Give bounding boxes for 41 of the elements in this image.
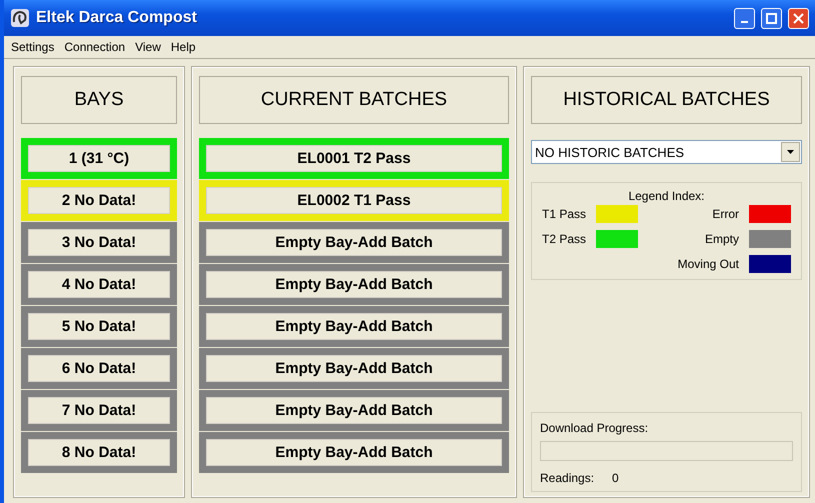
app-icon	[10, 8, 30, 28]
menu-item[interactable]: Help	[166, 38, 201, 56]
bay-button[interactable]: 3 No Data!	[28, 229, 170, 256]
close-button[interactable]	[788, 8, 809, 28]
menu-item[interactable]: Connection	[59, 38, 130, 56]
section-heading[interactable]: HISTORICAL BATCHES	[531, 76, 802, 124]
legend-label: T1 Pass	[542, 207, 586, 221]
maximize-icon	[766, 12, 777, 24]
bay-button[interactable]: 4 No Data!	[28, 271, 170, 298]
window-title: Eltek Darca Compost	[36, 9, 198, 27]
batch-button[interactable]: Empty Bay-Add Batch	[206, 397, 502, 424]
section-heading[interactable]: BAYS	[21, 76, 177, 124]
batch-button[interactable]: EL0002 T1 Pass	[206, 187, 502, 214]
legend-label: Moving Out	[678, 257, 739, 271]
minimize-button[interactable]	[734, 8, 755, 28]
legend-label: Error	[712, 207, 739, 221]
download-label: Download Progress:	[540, 421, 650, 435]
menu-item[interactable]: Settings	[6, 38, 60, 56]
bay-button[interactable]: 8 No Data!	[28, 439, 170, 466]
readings-value: 0	[612, 471, 619, 485]
legend-label: T2 Pass	[542, 232, 586, 246]
bay-button[interactable]: 5 No Data!	[28, 313, 170, 340]
minimize-icon	[741, 20, 748, 22]
bay-button[interactable]: 1 (31 °C)	[28, 145, 170, 172]
bay-button[interactable]: 7 No Data!	[28, 397, 170, 424]
bay-button[interactable]: 2 No Data!	[28, 187, 170, 214]
history-dropdown[interactable]: NO HISTORIC BATCHES	[531, 140, 802, 164]
bay-button[interactable]: 6 No Data!	[28, 355, 170, 382]
close-icon	[793, 12, 804, 24]
batch-button[interactable]: Empty Bay-Add Batch	[206, 355, 502, 382]
batch-button[interactable]: Empty Bay-Add Batch	[206, 439, 502, 466]
maximize-button[interactable]	[761, 8, 782, 28]
section-heading[interactable]: CURRENT BATCHES	[199, 76, 509, 124]
menu-item[interactable]: View	[130, 38, 166, 56]
batch-button[interactable]: Empty Bay-Add Batch	[206, 313, 502, 340]
legend-label: Empty	[704, 232, 739, 246]
legend-title: Legend Index:	[627, 189, 706, 203]
batch-button[interactable]: Empty Bay-Add Batch	[206, 229, 502, 256]
batch-button[interactable]: EL0001 T2 Pass	[206, 145, 502, 172]
readings-label: Readings:	[540, 471, 594, 485]
batch-button[interactable]: Empty Bay-Add Batch	[206, 271, 502, 298]
